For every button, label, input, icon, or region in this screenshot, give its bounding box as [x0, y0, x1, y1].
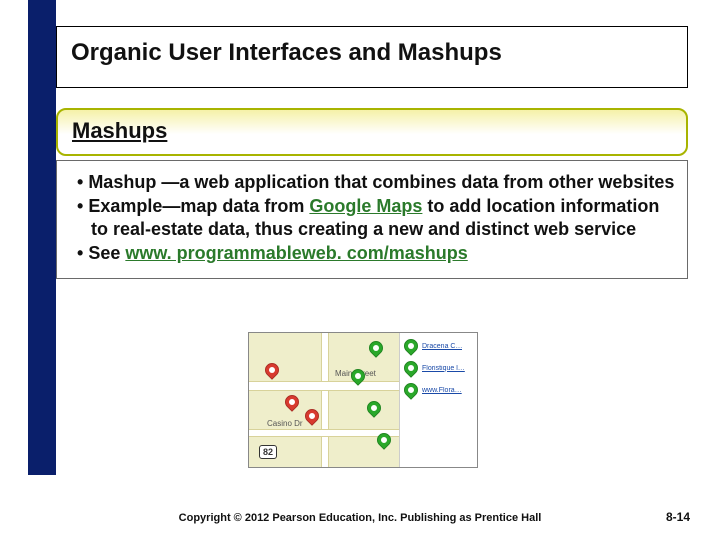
map-pin-icon	[401, 380, 421, 400]
page-number: 8-14	[666, 510, 690, 524]
list-item: Mashup —a web application that combines …	[69, 171, 675, 194]
map-screenshot: Main Street Casino Dr 82 Dracena C… Flor…	[248, 332, 478, 468]
route-shield-icon: 82	[259, 445, 277, 459]
map-sidebar-label: Dracena C…	[422, 343, 462, 350]
section-header-text: Mashups	[72, 118, 167, 143]
map-sidebar-label: Floristique l…	[422, 365, 465, 372]
bullet-text: map data from	[180, 196, 309, 216]
map-road-label: Casino Dr	[267, 419, 303, 428]
map-road-casino	[249, 429, 399, 437]
map-sidebar-label: www.Flora…	[422, 387, 462, 394]
map-sidebar-item: Floristique l…	[404, 361, 473, 375]
map-pin-icon	[262, 360, 282, 380]
bullet-prefix: Example—	[88, 196, 180, 216]
map-pin-icon	[401, 358, 421, 378]
list-item: Example—map data from Google Maps to add…	[69, 195, 675, 241]
map-pin-icon	[302, 406, 322, 426]
map-sidebar: Dracena C… Floristique l… www.Flora…	[399, 333, 477, 467]
map-canvas: Main Street Casino Dr 82	[249, 333, 399, 467]
map-pin-icon	[364, 398, 384, 418]
slide-title: Organic User Interfaces and Mashups	[71, 39, 673, 67]
bullet-list: Mashup —a web application that combines …	[69, 171, 675, 265]
map-road-main	[249, 381, 399, 391]
map-pin-icon	[401, 336, 421, 356]
map-pin-icon	[366, 338, 386, 358]
bullet-text: a web application that combines data fro…	[179, 172, 674, 192]
map-sidebar-item: Dracena C…	[404, 339, 473, 353]
content-body: Mashup —a web application that combines …	[56, 160, 688, 279]
section-header: Mashups	[56, 108, 688, 156]
google-maps-link[interactable]: Google Maps	[309, 196, 422, 216]
bullet-prefix: Mashup —	[88, 172, 179, 192]
map-pin-icon	[282, 392, 302, 412]
title-container: Organic User Interfaces and Mashups	[56, 26, 688, 88]
map-sidebar-item: www.Flora…	[404, 383, 473, 397]
copyright-footer: Copyright © 2012 Pearson Education, Inc.…	[0, 512, 720, 524]
bullet-prefix: See	[88, 243, 125, 263]
map-road-vertical	[321, 333, 329, 467]
programmableweb-link[interactable]: www. programmableweb. com/mashups	[125, 243, 467, 263]
accent-bar	[28, 0, 56, 475]
list-item: See www. programmableweb. com/mashups	[69, 242, 675, 265]
